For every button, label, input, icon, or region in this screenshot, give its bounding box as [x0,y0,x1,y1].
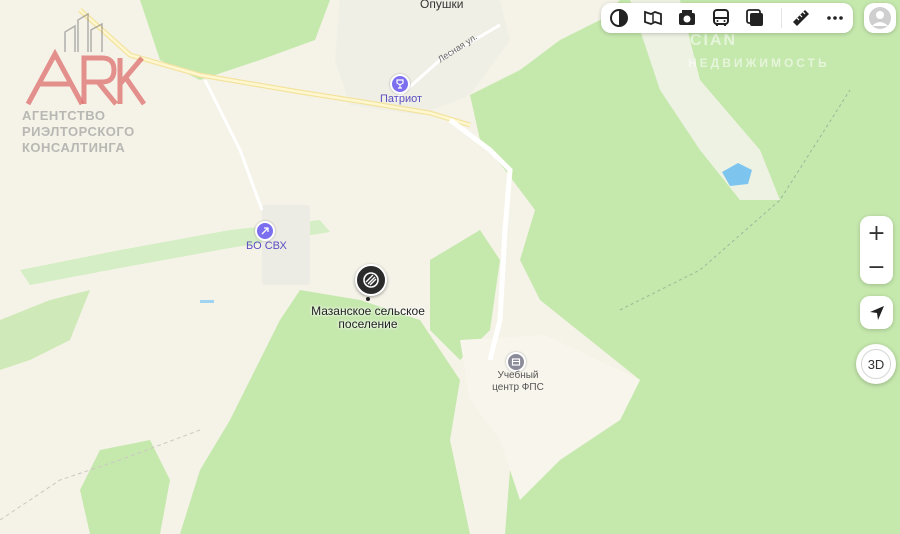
cian-watermark-top: CIAN [690,32,738,49]
panorama-icon [644,10,662,26]
poi-bo-svh-label[interactable]: БО СВХ [246,240,287,252]
layers-icon [610,9,628,27]
traffic-icon [746,9,763,26]
ruler-button[interactable] [787,5,815,31]
more-icon [827,16,843,20]
compass-ring [861,349,891,379]
training-center-line2: центр ФПС [492,382,544,393]
3d-view-button[interactable]: 3D [856,344,896,384]
zoom-in-button[interactable]: + [860,216,893,250]
zoom-out-button[interactable]: − [860,250,893,284]
small-water [200,300,214,303]
poi-patriot-label[interactable]: Патриот [380,93,422,105]
location-pin[interactable] [355,264,387,296]
watermark-house-logo [25,12,147,106]
more-button[interactable] [821,5,849,31]
pin-hatch-icon [363,272,379,288]
poi-patriot-icon[interactable] [390,74,410,94]
transit-icon [713,9,729,26]
place-label-line2: поселение [338,317,398,331]
watermark-line-2: РИЭЛТОРСКОГО [22,124,135,139]
panorama-button[interactable] [639,5,667,31]
profile-button[interactable] [864,3,896,33]
photo-icon [679,10,695,25]
training-center-line1: Учебный [497,370,539,381]
watermark-line-1: АГЕНТСТВО [22,108,106,123]
avatar-icon [869,7,891,29]
place-label-mazanskoe[interactable]: Мазанское сельское поселение [308,305,428,331]
transit-button[interactable] [707,5,735,31]
traffic-button[interactable] [741,5,769,31]
poi-training-center-icon[interactable] [506,352,526,372]
poi-training-center-label[interactable]: Учебный центр ФПС [487,370,549,394]
ruler-icon [793,10,809,26]
photo-button[interactable] [673,5,701,31]
toolbar-divider [781,8,782,28]
poi-bo-svh-icon[interactable] [255,221,275,241]
layers-button[interactable] [605,5,633,31]
my-location-button[interactable] [860,296,893,329]
watermark-line-3: КОНСАЛТИНГА [22,140,126,155]
place-label-opushki[interactable]: Опушки [420,0,463,11]
zoom-control: + − [860,216,893,284]
cian-watermark-bottom: НЕДВИЖИМОСТЬ [688,56,830,70]
map-toolbar [601,3,853,33]
pin-anchor-dot [366,297,370,301]
navigation-arrow-icon [869,305,884,320]
